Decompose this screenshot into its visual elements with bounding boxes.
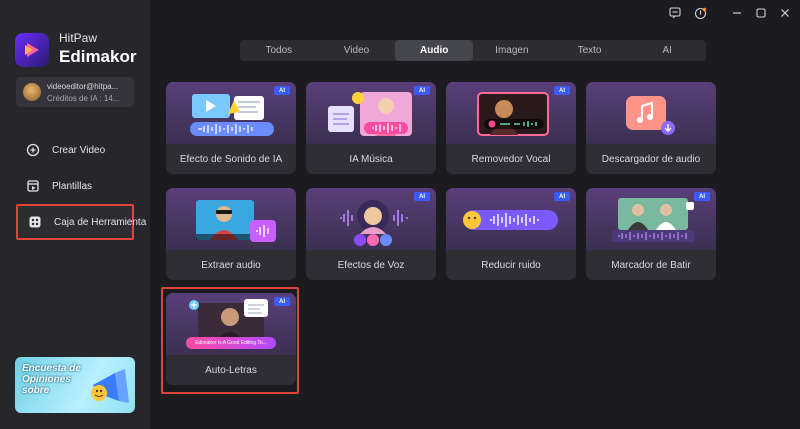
ai-badge: AI (414, 86, 430, 95)
nav-item-label: Caja de Herramienta (54, 216, 147, 228)
tool-card-audio-downloader[interactable]: Descargador de audio (586, 82, 716, 174)
account-email: videoeditor@hitpa... (47, 82, 119, 91)
brand-name-line2: Edimakor (59, 47, 137, 66)
tab-ai[interactable]: AI (628, 40, 706, 61)
nav-item-label: Plantillas (52, 180, 93, 192)
tool-card-vocal-remover[interactable]: AI Removedor Vocal (446, 82, 576, 174)
avatar (23, 83, 41, 101)
beat-marker-illustration (612, 198, 694, 242)
ai-music-illustration (328, 92, 412, 136)
tab-video[interactable]: Video (318, 40, 396, 61)
tab-texto[interactable]: Texto (551, 40, 629, 61)
tool-name: Efectos de Voz (337, 259, 405, 271)
nav-item-toolbox[interactable]: Caja de Herramienta (16, 204, 146, 240)
sidebar: HitPaw Edimakor videoeditor@hitpa... Cré… (0, 0, 150, 429)
nav-item-templates[interactable]: Plantillas (16, 168, 134, 204)
category-tabs: Todos Video Audio Imagen Texto AI (240, 40, 706, 61)
tool-thumbnail (166, 188, 296, 250)
tool-card-beat-marker[interactable]: AI Marcador de Batir (586, 188, 716, 280)
tab-audio[interactable]: Audio (395, 40, 474, 61)
app-logo-icon (15, 33, 49, 67)
tool-name: Extraer audio (201, 259, 261, 271)
tool-name: Marcador de Batir (611, 259, 691, 271)
megaphone-icon (91, 369, 129, 403)
tool-thumbnail (586, 82, 716, 144)
sound-effect-illustration (190, 94, 274, 136)
maximize-icon[interactable] (753, 5, 769, 21)
feedback-icon[interactable] (667, 5, 683, 21)
brand-name-line1: HitPaw (59, 31, 98, 45)
tab-imagen[interactable]: Imagen (473, 40, 551, 61)
survey-promo-banner[interactable]: Encuesta de Opiniones sobre (15, 357, 135, 413)
tool-card-voice-effects[interactable]: AI Efectos de Voz (306, 188, 436, 280)
account-credits: Créditos de IA : 14... (47, 94, 120, 103)
nav-item-create-video[interactable]: Crear Video (16, 132, 134, 168)
minimize-icon[interactable] (729, 5, 745, 21)
ai-badge: AI (694, 192, 710, 201)
voice-effects-illustration (340, 200, 408, 246)
audio-download-illustration (626, 96, 675, 135)
tool-name: Efecto de Sonido de IA (179, 153, 283, 165)
tool-name: Descargador de audio (601, 153, 701, 165)
ai-badge: AI (274, 86, 290, 95)
tool-name: Removedor Vocal (471, 153, 551, 165)
nav-item-label: Crear Video (52, 144, 106, 156)
extract-audio-illustration (196, 200, 276, 242)
tool-name: Reducir ruido (481, 259, 541, 271)
account-card[interactable]: videoeditor@hitpa... Créditos de IA : 14… (16, 77, 134, 107)
templates-icon (26, 179, 40, 193)
tab-todos[interactable]: Todos (240, 40, 318, 61)
tool-card-ai-music[interactable]: AI IA Música (306, 82, 436, 174)
tool-name: IA Música (349, 153, 393, 165)
close-icon[interactable] (777, 5, 793, 21)
promo-text: Encuesta de Opiniones sobre (22, 363, 81, 396)
tool-card-extract-audio[interactable]: Extraer audio (166, 188, 296, 280)
selection-highlight (161, 287, 299, 394)
tool-card-ai-sound-effect[interactable]: AI Efecto de Sonido de IA (166, 82, 296, 174)
tool-card-noise-reduction[interactable]: AI Reducir ruido (446, 188, 576, 280)
ai-badge: AI (554, 192, 570, 201)
noise-reduction-illustration (463, 210, 558, 230)
notification-icon[interactable] (692, 5, 708, 21)
toolbox-icon (28, 215, 42, 229)
add-video-icon (26, 143, 40, 157)
vocal-remover-illustration (477, 92, 549, 136)
ai-badge: AI (554, 86, 570, 95)
ai-badge: AI (414, 192, 430, 201)
